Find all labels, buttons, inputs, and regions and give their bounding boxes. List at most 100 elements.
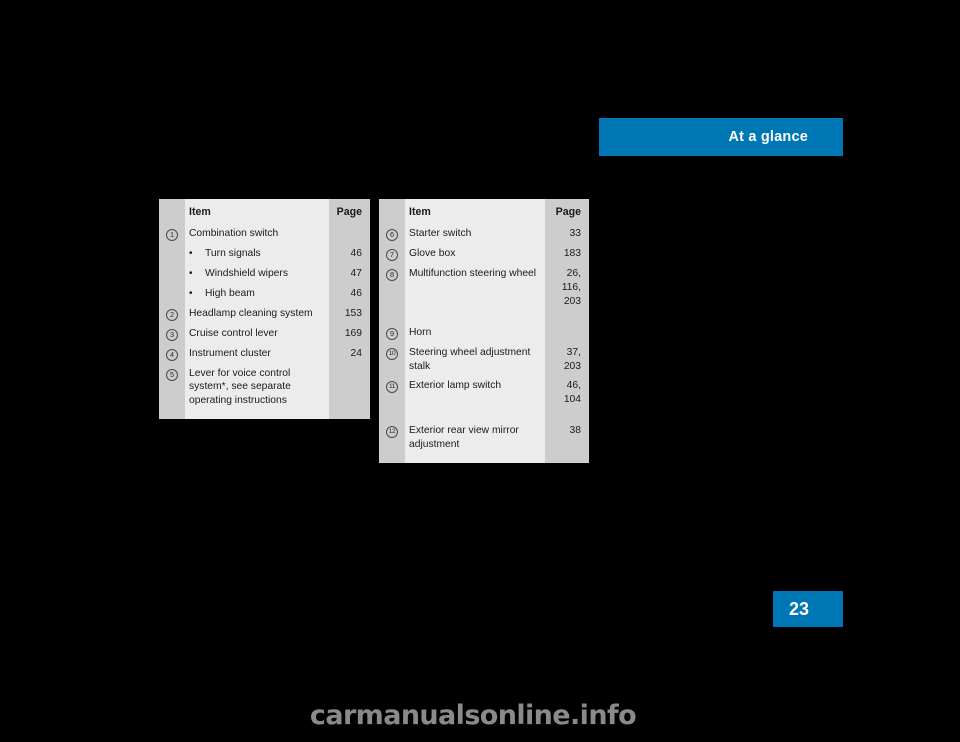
marker-column-header [159, 199, 185, 225]
page-number: 23 [789, 598, 810, 619]
callout-12-icon: 12 [386, 426, 398, 439]
row-marker: 10 [379, 342, 405, 377]
spacer-item-cell [405, 311, 545, 323]
row-page-ref: 169 [329, 323, 370, 344]
bullet-icon [189, 267, 205, 281]
spacer-page-cell [545, 454, 589, 463]
row-item-text: Windshield wipers [205, 268, 288, 280]
spacer-marker-cell [379, 454, 405, 463]
row-item-label: Headlamp cleaning system [185, 303, 329, 324]
callout-5-icon: 5 [166, 368, 178, 381]
row-page-ref [329, 224, 370, 245]
row-marker: 11 [379, 376, 405, 411]
table-row: 1 Combination switch [159, 224, 370, 245]
table-row: Windshield wipers 47 [159, 264, 370, 284]
row-item-label: Lever for voice control system*, see sep… [185, 363, 329, 412]
table-row: 10 Steering wheel adjustment stalk 37, 2… [379, 342, 589, 377]
row-page-ref [545, 322, 589, 343]
page-column-header: Page [329, 199, 370, 225]
section-title: At a glance [728, 129, 808, 145]
row-page-ref: 38 [545, 421, 589, 455]
row-marker: 1 [159, 224, 185, 245]
spacer-page-cell [545, 311, 589, 323]
table-row: 12 Exterior rear view mirror adjustment … [379, 421, 589, 455]
item-column-header: Item [185, 199, 329, 225]
row-marker: 7 [379, 244, 405, 265]
row-page-ref [329, 363, 370, 412]
marker-column-header [379, 199, 405, 225]
site-watermark: carmanualsonline.info [309, 700, 637, 731]
callout-4-icon: 4 [166, 348, 178, 361]
row-item-label: Turn signals [185, 244, 329, 265]
table-row: Turn signals 46 [159, 244, 370, 265]
page-number-box: 23 [773, 591, 843, 627]
row-marker: 8 [379, 264, 405, 312]
table-row-spacer [379, 311, 589, 323]
row-marker: 3 [159, 323, 185, 344]
row-item-label: High beam [185, 283, 329, 304]
page-column-header: Page [545, 199, 589, 225]
row-page-ref: 46 [329, 283, 370, 304]
table-row: High beam 46 [159, 283, 370, 304]
row-page-ref: 33 [545, 224, 589, 245]
row-item-label: Horn [405, 322, 545, 343]
row-page-ref: 26, 116, 203 [545, 264, 589, 312]
row-marker: 2 [159, 303, 185, 324]
row-marker [159, 283, 185, 304]
table-row: 4 Instrument cluster 24 [159, 343, 370, 364]
table-row: 8 Multifunction steering wheel 26, 116, … [379, 264, 589, 312]
row-page-ref: 46 [329, 244, 370, 265]
table-bottom-spacer [379, 454, 589, 463]
callout-2-icon: 2 [166, 308, 178, 321]
row-page-ref: 153 [329, 303, 370, 324]
table-row: 9 Horn [379, 322, 589, 343]
table-header-row: Item Page [159, 199, 370, 225]
spacer-item-cell [405, 410, 545, 422]
bullet-icon [189, 287, 205, 301]
callout-11-icon: 11 [386, 381, 398, 394]
row-item-label: Windshield wipers [185, 264, 329, 284]
row-item-label: Instrument cluster [185, 343, 329, 364]
row-item-label: Exterior lamp switch [405, 376, 545, 411]
row-item-label: Combination switch [185, 224, 329, 245]
table-row: 7 Glove box 183 [379, 244, 589, 265]
row-item-label: Glove box [405, 244, 545, 265]
callout-3-icon: 3 [166, 328, 178, 341]
bullet-icon [189, 247, 205, 261]
table-row: 6 Starter switch 33 [379, 224, 589, 245]
row-page-ref: 47 [329, 264, 370, 284]
row-item-text: Turn signals [205, 248, 261, 260]
callout-9-icon: 9 [386, 327, 398, 340]
table-row-spacer [379, 410, 589, 422]
table-row: 2 Headlamp cleaning system 153 [159, 303, 370, 324]
table-row: 5 Lever for voice control system*, see s… [159, 363, 370, 412]
spacer-item-cell [185, 411, 329, 420]
row-page-ref: 24 [329, 343, 370, 364]
row-page-ref: 183 [545, 244, 589, 265]
spacer-item-cell [405, 454, 545, 463]
row-item-text: High beam [205, 287, 255, 299]
callout-8-icon: 8 [386, 269, 398, 282]
legend-table-right: Item Page 6 Starter switch 33 7 Glove bo… [379, 199, 589, 463]
row-marker: 4 [159, 343, 185, 364]
spacer-marker-cell [379, 311, 405, 323]
row-marker: 5 [159, 363, 185, 412]
callout-10-icon: 10 [386, 347, 398, 360]
row-marker: 9 [379, 322, 405, 343]
row-item-label: Starter switch [405, 224, 545, 245]
table-row: 3 Cruise control lever 169 [159, 323, 370, 344]
row-page-ref: 37, 203 [545, 342, 589, 377]
row-item-label: Steering wheel adjustment stalk [405, 342, 545, 377]
row-marker [159, 244, 185, 265]
row-marker [159, 264, 185, 284]
item-column-header: Item [405, 199, 545, 225]
row-item-label: Cruise control lever [185, 323, 329, 344]
callout-1-icon: 1 [166, 229, 178, 242]
spacer-marker-cell [159, 411, 185, 420]
table-bottom-spacer [159, 411, 370, 420]
legend-table-left: Item Page 1 Combination switch Turn sign… [159, 199, 370, 420]
table-row: 11 Exterior lamp switch 46, 104 [379, 376, 589, 411]
row-page-ref: 46, 104 [545, 376, 589, 411]
spacer-page-cell [329, 411, 370, 420]
callout-7-icon: 7 [386, 249, 398, 262]
